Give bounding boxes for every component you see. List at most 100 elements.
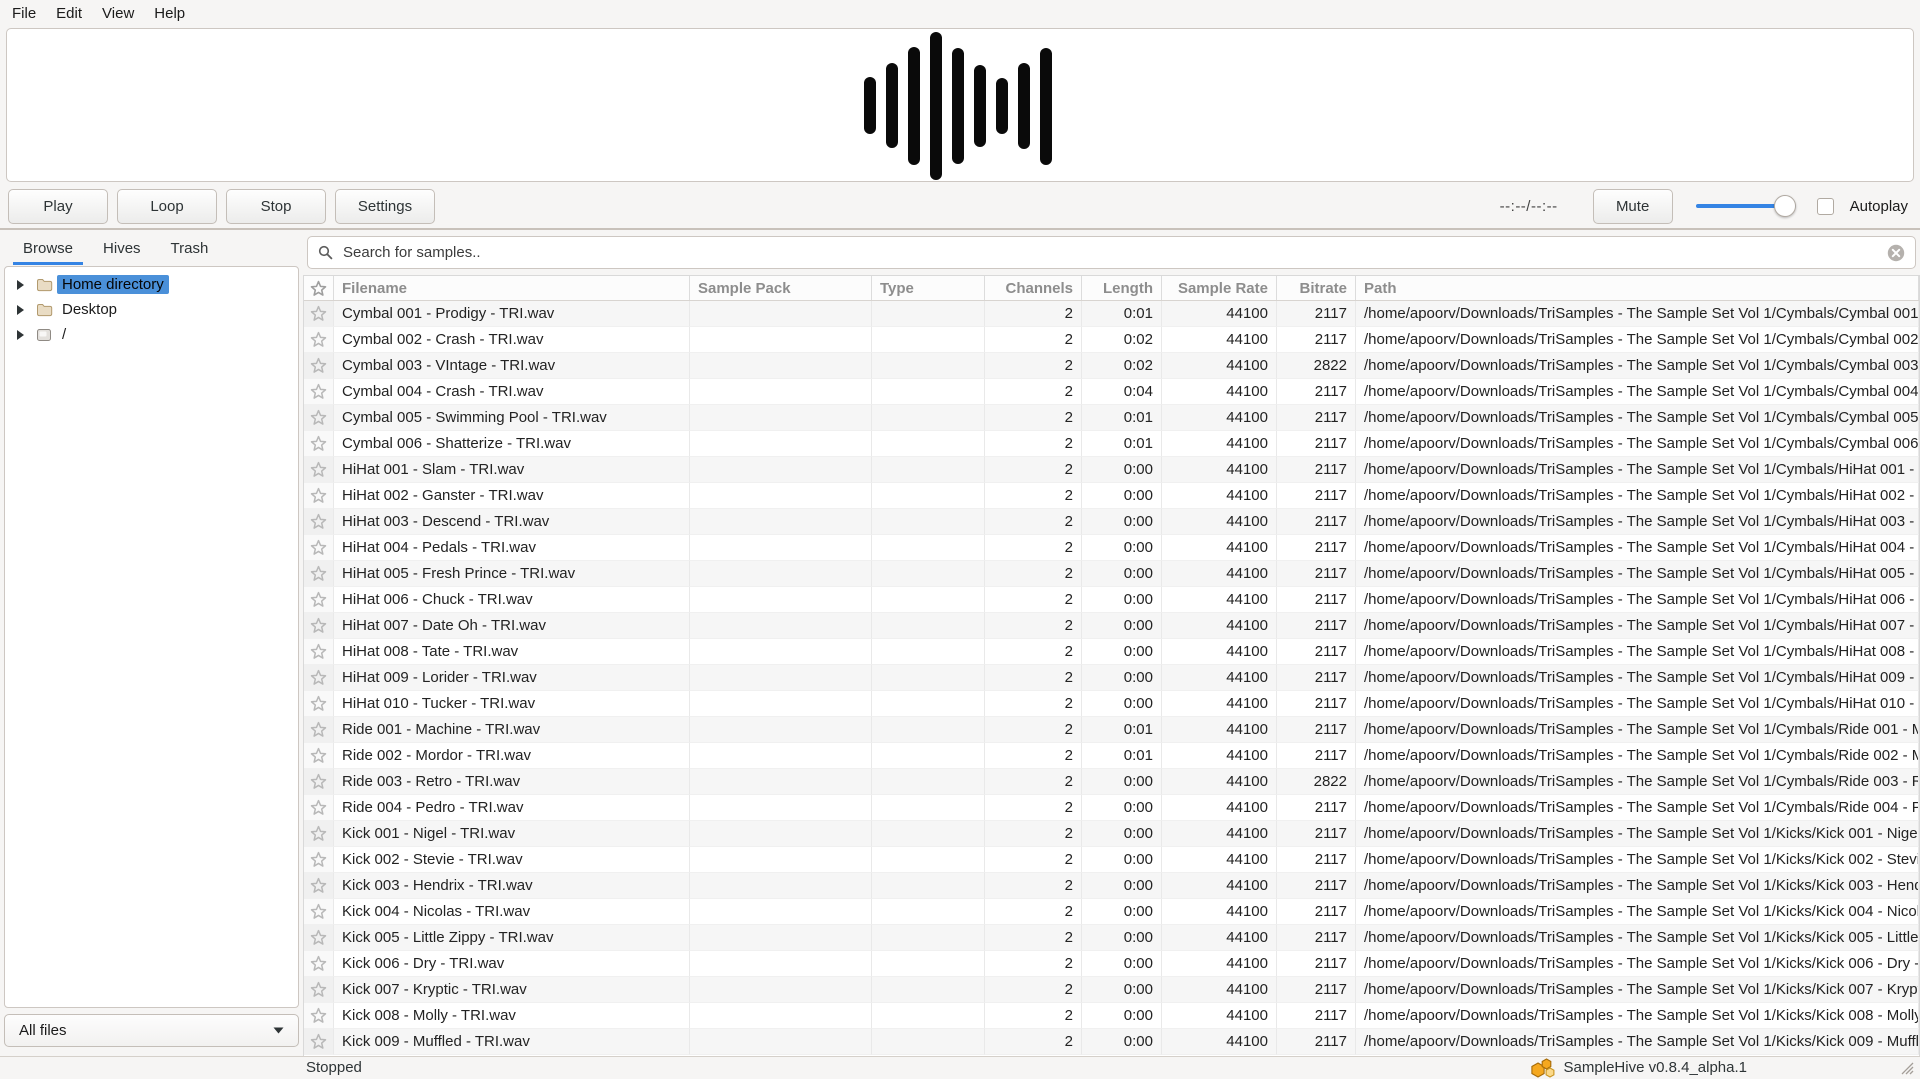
cell-sample-pack[interactable]	[690, 873, 872, 899]
favorite-cell[interactable]	[304, 925, 334, 951]
cell-type[interactable]	[872, 821, 985, 847]
cell-channels[interactable]: 2	[985, 717, 1082, 743]
cell-sample-rate[interactable]: 44100	[1162, 535, 1277, 561]
star-icon[interactable]	[310, 903, 327, 920]
cell-type[interactable]	[872, 925, 985, 951]
cell-type[interactable]	[872, 873, 985, 899]
cell-length[interactable]: 0:01	[1082, 431, 1162, 457]
favorite-cell[interactable]	[304, 509, 334, 535]
cell-filename[interactable]: HiHat 005 - Fresh Prince - TRI.wav	[334, 561, 690, 587]
cell-bitrate[interactable]: 2117	[1277, 639, 1356, 665]
cell-sample-pack[interactable]	[690, 535, 872, 561]
cell-sample-rate[interactable]: 44100	[1162, 795, 1277, 821]
star-icon[interactable]	[310, 695, 327, 712]
cell-sample-rate[interactable]: 44100	[1162, 405, 1277, 431]
cell-filename[interactable]: Kick 003 - Hendrix - TRI.wav	[334, 873, 690, 899]
cell-path[interactable]: /home/apoorv/Downloads/TriSamples - The …	[1356, 925, 1919, 951]
cell-sample-pack[interactable]	[690, 795, 872, 821]
cell-path[interactable]: /home/apoorv/Downloads/TriSamples - The …	[1356, 691, 1919, 717]
table-row[interactable]: HiHat 009 - Lorider - TRI.wav 2 0:00 441…	[304, 665, 1919, 691]
cell-type[interactable]	[872, 665, 985, 691]
cell-bitrate[interactable]: 2117	[1277, 535, 1356, 561]
column-header-bitrate[interactable]: Bitrate	[1277, 276, 1356, 300]
cell-filename[interactable]: Cymbal 006 - Shatterize - TRI.wav	[334, 431, 690, 457]
cell-filename[interactable]: Kick 009 - Muffled - TRI.wav	[334, 1029, 690, 1055]
tab-hives[interactable]: Hives	[88, 230, 156, 266]
column-header-path[interactable]: Path	[1356, 276, 1919, 300]
cell-channels[interactable]: 2	[985, 665, 1082, 691]
cell-channels[interactable]: 2	[985, 847, 1082, 873]
column-header-favorite[interactable]	[304, 276, 334, 300]
column-header-type[interactable]: Type	[872, 276, 985, 300]
cell-path[interactable]: /home/apoorv/Downloads/TriSamples - The …	[1356, 821, 1919, 847]
cell-path[interactable]: /home/apoorv/Downloads/TriSamples - The …	[1356, 1003, 1919, 1029]
cell-type[interactable]	[872, 483, 985, 509]
star-icon[interactable]	[310, 773, 327, 790]
cell-type[interactable]	[872, 457, 985, 483]
cell-sample-rate[interactable]: 44100	[1162, 587, 1277, 613]
cell-type[interactable]	[872, 353, 985, 379]
column-header-sample-pack[interactable]: Sample Pack	[690, 276, 872, 300]
cell-length[interactable]: 0:00	[1082, 795, 1162, 821]
cell-sample-pack[interactable]	[690, 951, 872, 977]
star-icon[interactable]	[310, 747, 327, 764]
menu-file[interactable]: File	[2, 2, 46, 25]
cell-type[interactable]	[872, 847, 985, 873]
favorite-cell[interactable]	[304, 301, 334, 327]
cell-bitrate[interactable]: 2117	[1277, 717, 1356, 743]
cell-channels[interactable]: 2	[985, 327, 1082, 353]
favorite-cell[interactable]	[304, 561, 334, 587]
cell-length[interactable]: 0:00	[1082, 561, 1162, 587]
tree-item-label[interactable]: /	[57, 325, 71, 344]
cell-filename[interactable]: HiHat 002 - Ganster - TRI.wav	[334, 483, 690, 509]
cell-sample-pack[interactable]	[690, 717, 872, 743]
cell-bitrate[interactable]: 2117	[1277, 665, 1356, 691]
cell-channels[interactable]: 2	[985, 1003, 1082, 1029]
cell-sample-pack[interactable]	[690, 847, 872, 873]
expander-icon[interactable]	[16, 304, 27, 316]
cell-sample-pack[interactable]	[690, 691, 872, 717]
cell-filename[interactable]: Cymbal 005 - Swimming Pool - TRI.wav	[334, 405, 690, 431]
cell-sample-pack[interactable]	[690, 769, 872, 795]
cell-filename[interactable]: Kick 006 - Dry - TRI.wav	[334, 951, 690, 977]
cell-bitrate[interactable]: 2117	[1277, 613, 1356, 639]
search-input[interactable]	[341, 243, 1879, 262]
cell-length[interactable]: 0:00	[1082, 587, 1162, 613]
cell-type[interactable]	[872, 717, 985, 743]
cell-filename[interactable]: Ride 001 - Machine - TRI.wav	[334, 717, 690, 743]
star-icon[interactable]	[310, 357, 327, 374]
star-icon[interactable]	[310, 643, 327, 660]
column-header-length[interactable]: Length	[1082, 276, 1162, 300]
cell-path[interactable]: /home/apoorv/Downloads/TriSamples - The …	[1356, 795, 1919, 821]
volume-slider[interactable]	[1696, 194, 1796, 218]
cell-type[interactable]	[872, 561, 985, 587]
favorite-cell[interactable]	[304, 951, 334, 977]
cell-bitrate[interactable]: 2117	[1277, 431, 1356, 457]
cell-filename[interactable]: HiHat 008 - Tate - TRI.wav	[334, 639, 690, 665]
cell-type[interactable]	[872, 535, 985, 561]
cell-bitrate[interactable]: 2117	[1277, 743, 1356, 769]
cell-path[interactable]: /home/apoorv/Downloads/TriSamples - The …	[1356, 457, 1919, 483]
cell-bitrate[interactable]: 2117	[1277, 899, 1356, 925]
tree-item-label[interactable]: Desktop	[57, 300, 122, 319]
cell-path[interactable]: /home/apoorv/Downloads/TriSamples - The …	[1356, 353, 1919, 379]
cell-length[interactable]: 0:00	[1082, 1003, 1162, 1029]
cell-length[interactable]: 0:00	[1082, 483, 1162, 509]
cell-sample-pack[interactable]	[690, 327, 872, 353]
table-row[interactable]: Cymbal 006 - Shatterize - TRI.wav 2 0:01…	[304, 431, 1919, 457]
cell-sample-pack[interactable]	[690, 665, 872, 691]
resize-grip-icon[interactable]	[1899, 1060, 1914, 1075]
cell-filename[interactable]: HiHat 004 - Pedals - TRI.wav	[334, 535, 690, 561]
cell-type[interactable]	[872, 613, 985, 639]
cell-bitrate[interactable]: 2117	[1277, 795, 1356, 821]
cell-type[interactable]	[872, 301, 985, 327]
cell-bitrate[interactable]: 2117	[1277, 1029, 1356, 1055]
cell-filename[interactable]: Kick 008 - Molly - TRI.wav	[334, 1003, 690, 1029]
cell-length[interactable]: 0:00	[1082, 665, 1162, 691]
cell-sample-pack[interactable]	[690, 509, 872, 535]
table-row[interactable]: HiHat 002 - Ganster - TRI.wav 2 0:00 441…	[304, 483, 1919, 509]
star-icon[interactable]	[310, 1007, 327, 1024]
cell-sample-rate[interactable]: 44100	[1162, 665, 1277, 691]
cell-bitrate[interactable]: 2117	[1277, 847, 1356, 873]
cell-channels[interactable]: 2	[985, 743, 1082, 769]
